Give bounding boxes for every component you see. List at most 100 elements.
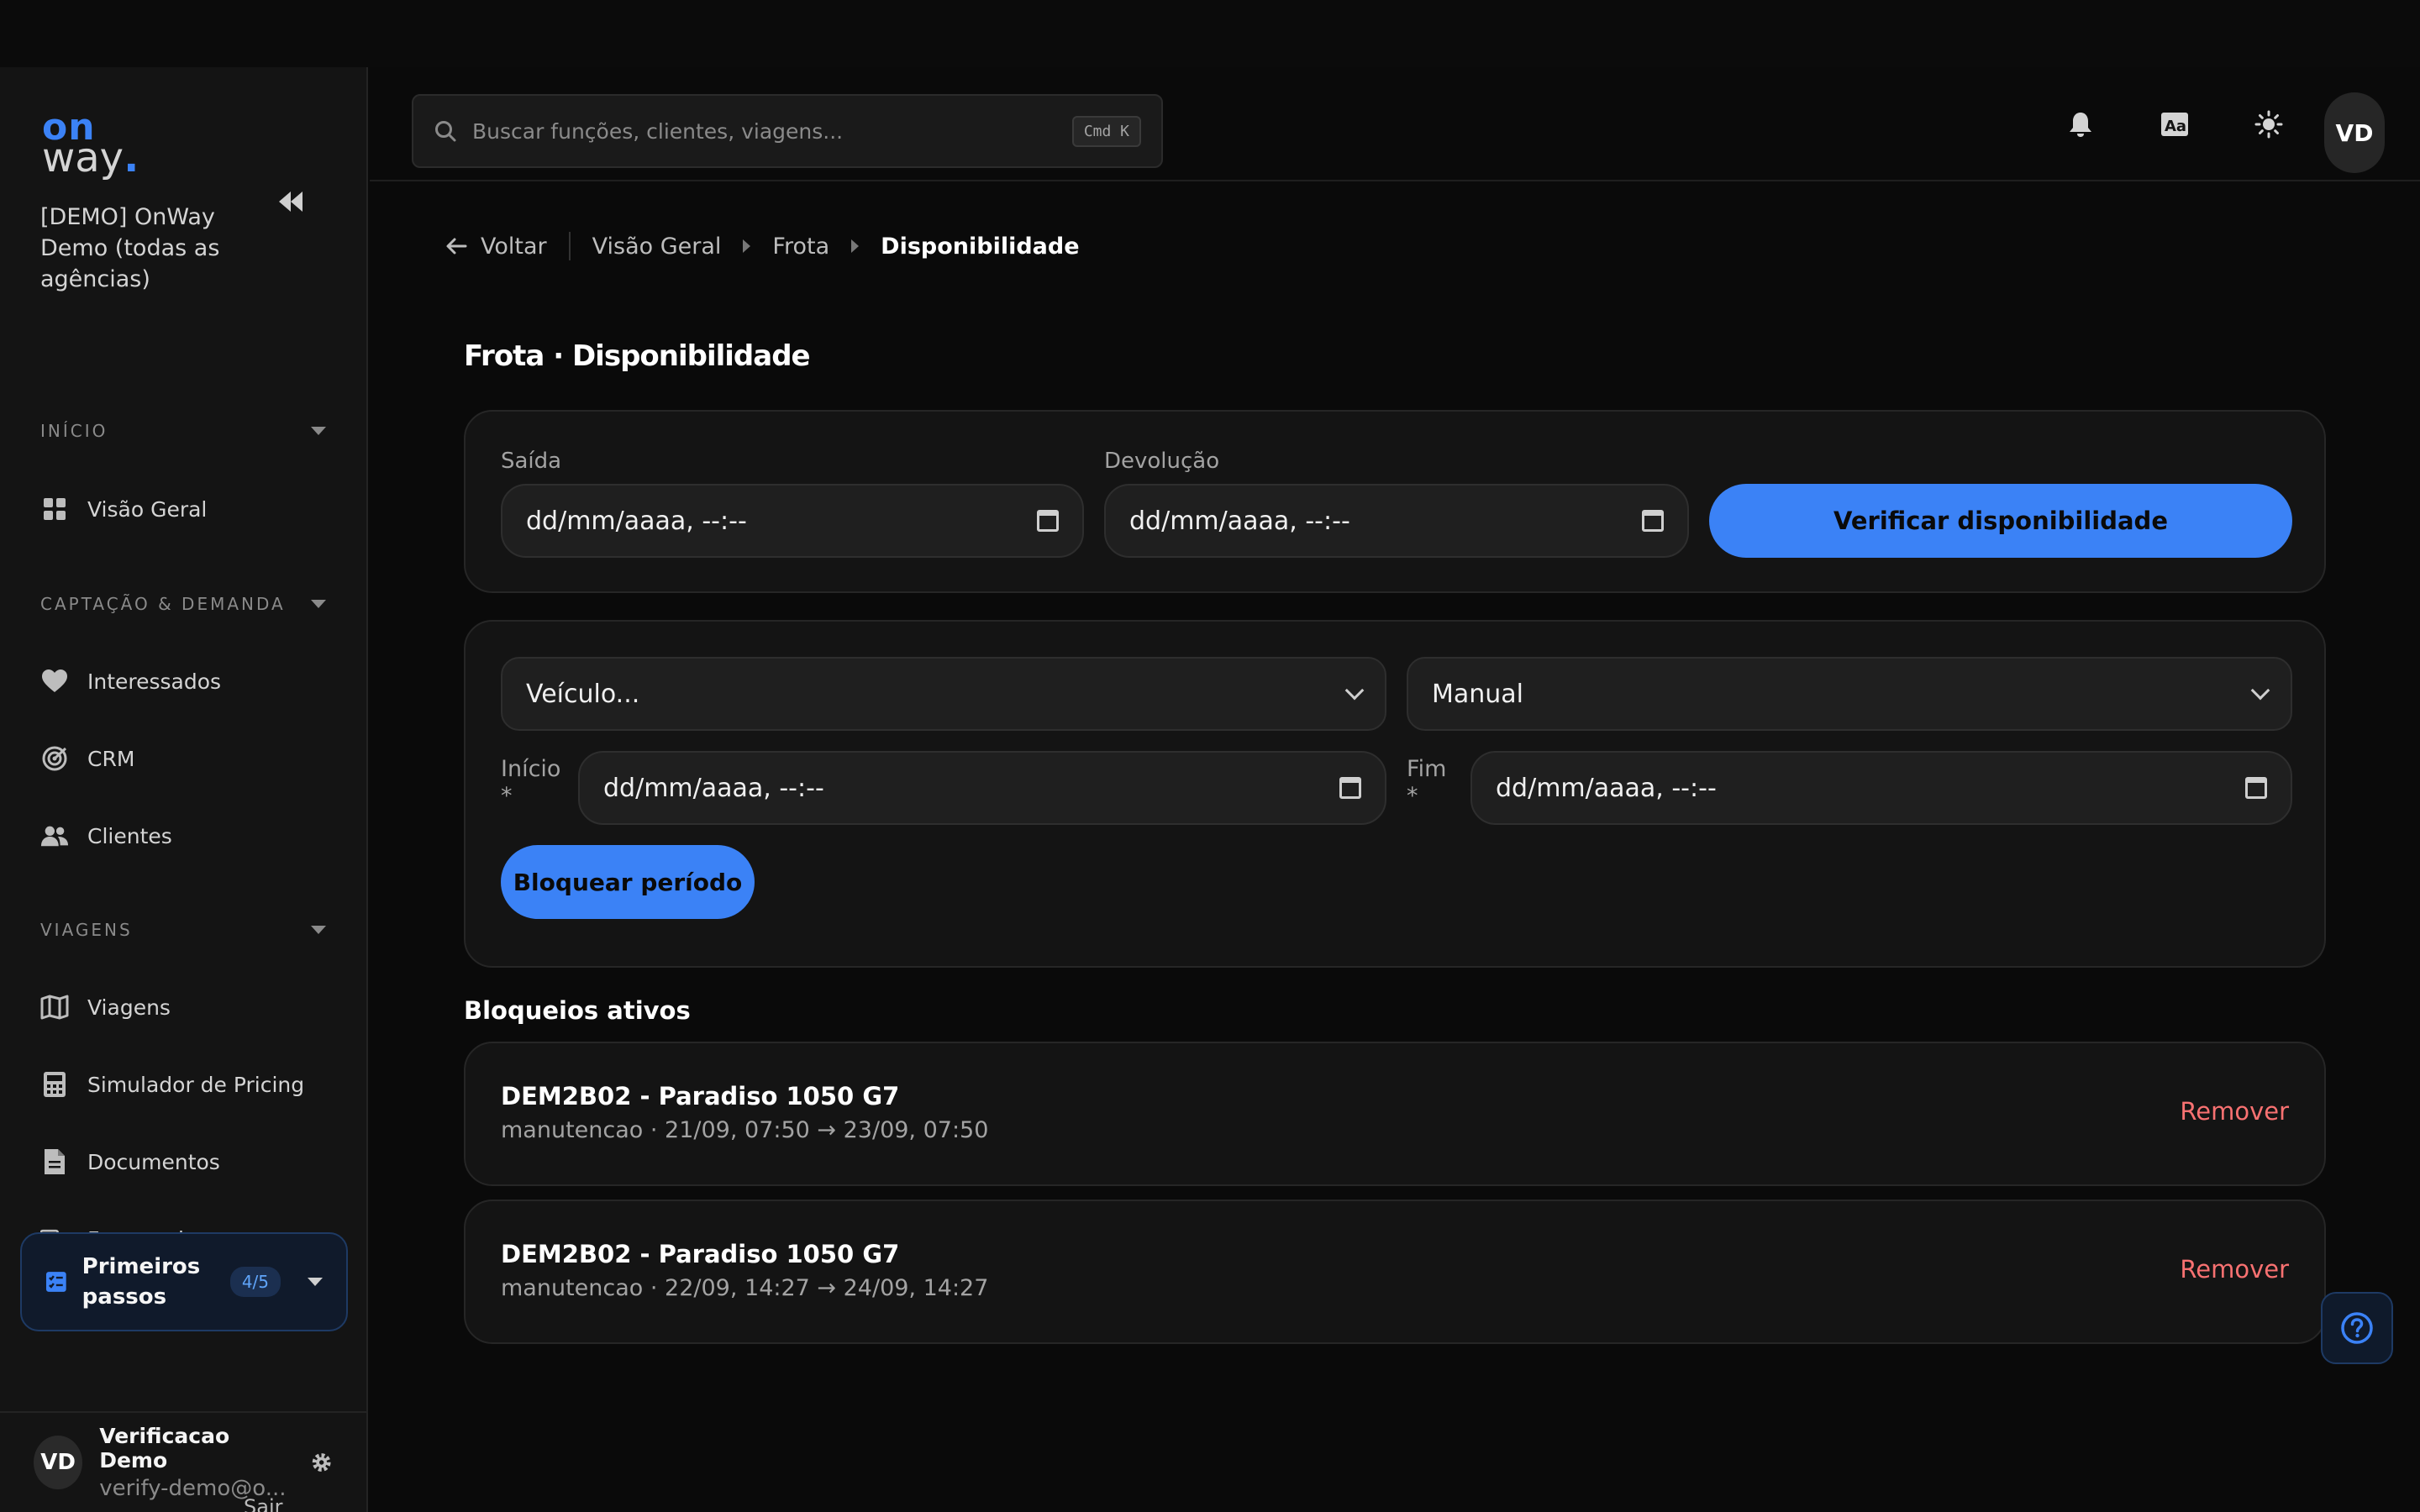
start-label: Início * (501, 756, 560, 810)
help-circle-icon (2341, 1312, 2373, 1344)
vehicle-select-value: Veículo... (526, 679, 640, 709)
availability-card: Saída dd/mm/aaaa, --:-- Devolução dd/mm/… (464, 410, 2326, 593)
remove-block-button[interactable]: Remover (2180, 1255, 2289, 1284)
required-marker: * (1407, 783, 1418, 809)
help-button[interactable] (2321, 1292, 2393, 1364)
caret-down-icon (311, 600, 326, 608)
return-datetime-input[interactable]: dd/mm/aaaa, --:-- (1104, 484, 1689, 558)
checklist-icon (45, 1272, 66, 1292)
caret-down-icon (308, 1278, 323, 1286)
calendar-icon[interactable] (2245, 777, 2267, 799)
search-shortcut: Cmd K (1071, 115, 1141, 147)
caret-down-icon (311, 926, 326, 934)
section-captacao[interactable]: CAPTAÇÃO & DEMANDA (40, 587, 326, 621)
sidebar-item-label: Documentos (87, 1149, 220, 1174)
theme-toggle-button[interactable] (2247, 102, 2291, 146)
calendar-icon[interactable] (1642, 510, 1664, 532)
sidebar-item-simulador-pricing[interactable]: Simulador de Pricing (40, 1063, 343, 1105)
sidebar-item-documentos[interactable]: Documentos (40, 1141, 343, 1183)
chevron-right-icon (851, 239, 860, 253)
map-icon (40, 993, 69, 1021)
page-title: Frota · Disponibilidade (464, 339, 811, 373)
section-viagens[interactable]: VIAGENS (40, 913, 326, 947)
sun-icon (2254, 110, 2283, 139)
block-vehicle: DEM2B02 - Paradiso 1050 G7 (501, 1082, 900, 1110)
block-vehicle: DEM2B02 - Paradiso 1050 G7 (501, 1240, 900, 1268)
breadcrumb-visao-geral[interactable]: Visão Geral (592, 234, 722, 260)
departure-value: dd/mm/aaaa, --:-- (526, 506, 747, 536)
onboarding-steps-card[interactable]: Primeiros passos 4/5 (20, 1232, 348, 1331)
sidebar-item-crm[interactable]: CRM (40, 738, 343, 780)
end-label-text: Fim (1407, 756, 1447, 782)
target-icon (40, 744, 69, 773)
user-avatar-button[interactable]: VD (2324, 92, 2385, 173)
heart-icon (40, 667, 69, 696)
calendar-icon[interactable] (1037, 510, 1059, 532)
active-blocks-title: Bloqueios ativos (464, 996, 691, 1025)
start-value: dd/mm/aaaa, --:-- (603, 773, 824, 803)
double-chevron-left-icon (279, 192, 302, 212)
block-type-select[interactable]: Manual (1407, 657, 2292, 731)
users-icon (40, 822, 69, 850)
breadcrumb-frota[interactable]: Frota (772, 234, 829, 260)
top-strip (0, 0, 2420, 67)
start-label-text: Início (501, 756, 561, 782)
block-period-card: Veículo... Manual Início * dd/mm/aaaa, -… (464, 620, 2326, 968)
return-value: dd/mm/aaaa, --:-- (1129, 506, 1350, 536)
calculator-icon (40, 1070, 69, 1099)
block-type-value: Manual (1432, 679, 1524, 709)
org-name[interactable]: [DEMO] OnWay Demo (todas as agências) (40, 202, 250, 295)
gear-icon[interactable] (310, 1450, 333, 1475)
bell-icon (2070, 113, 2091, 137)
user-name: Verificacao Demo (99, 1424, 230, 1473)
departure-label: Saída (501, 449, 562, 474)
calendar-icon[interactable] (1339, 777, 1361, 799)
logo-dot: . (124, 134, 139, 181)
section-title: CAPTAÇÃO & DEMANDA (40, 594, 286, 614)
logout-link[interactable]: Sair (244, 1495, 282, 1512)
svg-text:Aa: Aa (2165, 118, 2186, 135)
chevron-down-icon (1344, 680, 1365, 701)
remove-block-button[interactable]: Remover (2180, 1097, 2289, 1126)
section-inicio[interactable]: INÍCIO (40, 414, 326, 448)
start-datetime-input[interactable]: dd/mm/aaaa, --:-- (578, 751, 1386, 825)
vehicle-select[interactable]: Veículo... (501, 657, 1386, 731)
text-size-icon: Aa (2161, 113, 2188, 136)
caret-down-icon (311, 427, 326, 435)
document-icon (40, 1147, 69, 1176)
avatar: VD (34, 1436, 83, 1489)
sidebar-item-label: Visão Geral (87, 496, 208, 522)
chevron-down-icon (2250, 680, 2270, 701)
collapse-sidebar-button[interactable] (274, 185, 308, 218)
sidebar-item-interessados[interactable]: Interessados (40, 660, 343, 702)
section-title: INÍCIO (40, 421, 108, 441)
sidebar-item-label: Simulador de Pricing (87, 1072, 305, 1097)
sidebar-item-label: CRM (87, 746, 135, 771)
sidebar-item-label: Interessados (87, 669, 222, 694)
onboarding-progress-badge: 4/5 (229, 1267, 281, 1297)
font-size-button[interactable]: Aa (2153, 102, 2196, 146)
end-label: Fim * (1407, 756, 1446, 810)
check-availability-button[interactable]: Verificar disponibilidade (1709, 484, 2292, 558)
departure-datetime-input[interactable]: dd/mm/aaaa, --:-- (501, 484, 1084, 558)
return-label: Devolução (1104, 449, 1220, 474)
search-icon (435, 121, 456, 142)
sidebar-item-visao-geral[interactable]: Visão Geral (40, 488, 343, 530)
user-profile[interactable]: VD Verificacao Demo verify-demo@o... (0, 1411, 366, 1512)
end-datetime-input[interactable]: dd/mm/aaaa, --:-- (1470, 751, 2292, 825)
list-item: DEM2B02 - Paradiso 1050 G7 manutencao · … (464, 1200, 2326, 1344)
back-button[interactable]: Voltar (445, 234, 547, 260)
logo-way: way. (42, 138, 139, 178)
onboarding-label: Primeiros passos (82, 1254, 201, 1310)
sidebar-item-clientes[interactable]: Clientes (40, 815, 343, 857)
block-detail: manutencao · 22/09, 14:27 → 24/09, 14:27 (501, 1275, 989, 1301)
global-search[interactable]: Cmd K (412, 94, 1163, 168)
block-period-button[interactable]: Bloquear período (501, 845, 755, 919)
notifications-button[interactable] (2059, 102, 2102, 146)
search-input[interactable] (472, 118, 1057, 144)
logo-way-text: way (42, 134, 124, 181)
onway-logo[interactable]: on way. (42, 109, 139, 179)
sidebar-item-viagens[interactable]: Viagens (40, 986, 343, 1028)
grid-icon (40, 495, 69, 523)
required-marker: * (501, 783, 513, 809)
